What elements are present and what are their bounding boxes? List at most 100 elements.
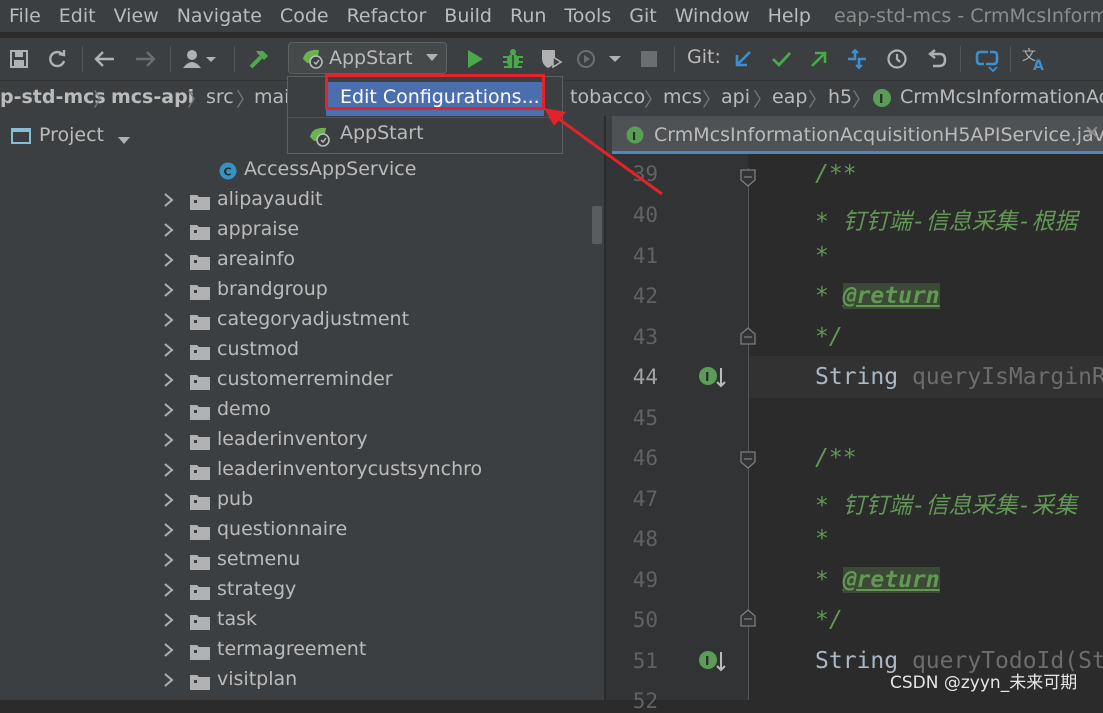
menu-view[interactable]: View (105, 0, 168, 32)
spring-boot-icon (308, 125, 332, 151)
tree-item-folder[interactable]: categoryadjustment (0, 306, 604, 336)
git-push-icon[interactable] (804, 44, 834, 74)
tree-item-folder[interactable]: custmod (0, 336, 604, 366)
tree-item-folder[interactable]: questionnaire (0, 516, 604, 546)
fold-icon[interactable] (738, 168, 758, 188)
chevron-right-icon[interactable] (162, 430, 176, 450)
user-icon[interactable] (180, 44, 224, 74)
tree-item-class[interactable]: C AccessAppService (0, 156, 604, 186)
menu-refactor[interactable]: Refactor (338, 0, 436, 32)
menu-edit[interactable]: Edit (50, 0, 105, 32)
chevron-right-icon[interactable] (162, 310, 176, 330)
rollback-icon[interactable] (922, 44, 952, 74)
menu-navigate[interactable]: Navigate (168, 0, 271, 32)
menu-window[interactable]: Window (666, 0, 759, 32)
git-merge-icon[interactable] (842, 44, 872, 74)
git-update-icon[interactable] (728, 44, 758, 74)
fold-icon[interactable] (738, 326, 758, 346)
translate-icon[interactable]: 文A (1020, 44, 1050, 74)
git-commit-icon[interactable] (766, 44, 796, 74)
editor-tab-bar: I CrmMcsInformationAcquisitionH5APIServi… (606, 116, 1103, 154)
debug-icon[interactable] (498, 44, 528, 74)
run-icon[interactable] (460, 44, 490, 74)
breadcrumb-item[interactable]: src (206, 86, 234, 108)
tree-item-folder[interactable]: leaderinventorycustsynchro (0, 456, 604, 486)
close-icon[interactable]: ✕ (1084, 122, 1100, 144)
menu-file[interactable]: File (0, 0, 50, 32)
forward-arrow-icon[interactable] (130, 44, 160, 74)
breadcrumb-item[interactable]: CrmMcsInformationAcq (900, 86, 1103, 108)
coverage-icon[interactable] (536, 44, 566, 74)
breadcrumb-item[interactable]: eap (772, 86, 807, 108)
back-arrow-icon[interactable] (90, 44, 120, 74)
svg-text:A: A (1033, 58, 1044, 72)
tree-item-folder[interactable]: visitplan (0, 666, 604, 696)
breadcrumb-item[interactable]: mai (254, 86, 289, 108)
chevron-right-icon[interactable] (162, 280, 176, 300)
breadcrumb-item[interactable]: h5 (828, 86, 852, 108)
editor-tab[interactable]: I CrmMcsInformationAcquisitionH5APIServi… (612, 116, 1103, 154)
appstart-menu-item[interactable]: AppStart (288, 119, 562, 153)
implementation-marker-icon[interactable]: I (698, 648, 728, 674)
chevron-right-icon[interactable] (162, 640, 176, 660)
chevron-right-icon[interactable] (162, 490, 176, 510)
vcs-icon[interactable] (972, 44, 1002, 74)
menu-code[interactable]: Code (271, 0, 338, 32)
history-icon[interactable] (882, 44, 912, 74)
tree-item-folder[interactable]: appraise (0, 216, 604, 246)
tree-item-folder[interactable]: setmenu (0, 546, 604, 576)
project-panel-title[interactable]: Project (39, 124, 104, 146)
save-icon[interactable] (4, 44, 34, 74)
chevron-right-icon[interactable] (162, 610, 176, 630)
fold-icon[interactable] (738, 608, 758, 628)
line-number: 51 (632, 649, 658, 673)
git-label: Git: (687, 46, 721, 68)
chevron-right-icon[interactable] (162, 520, 176, 540)
tree-item-folder[interactable]: termagreement (0, 636, 604, 666)
sync-icon[interactable] (42, 44, 72, 74)
tree-item-folder[interactable]: pub (0, 486, 604, 516)
project-tree-scrollbar[interactable] (592, 206, 602, 244)
chevron-right-icon[interactable] (162, 460, 176, 480)
chevron-right-icon[interactable] (162, 550, 176, 570)
chevron-right-icon[interactable] (162, 220, 176, 240)
menu-tools[interactable]: Tools (555, 0, 620, 32)
menu-item-label: AppStart (340, 122, 424, 144)
breadcrumb-item[interactable]: api (721, 86, 750, 108)
chevron-right-icon[interactable] (162, 340, 176, 360)
line-number: 47 (632, 487, 658, 511)
code-line: * @return (815, 283, 940, 309)
implementation-marker-icon[interactable]: I (698, 364, 728, 390)
menu-build[interactable]: Build (435, 0, 501, 32)
chevron-right-icon[interactable] (162, 670, 176, 690)
line-number: 43 (632, 325, 658, 349)
profile-icon[interactable] (574, 44, 626, 74)
run-configuration-selector[interactable]: AppStart (288, 42, 447, 74)
tree-item-folder[interactable]: leaderinventory (0, 426, 604, 456)
tree-item-folder[interactable]: task (0, 606, 604, 636)
chevron-right-icon[interactable] (162, 370, 176, 390)
menu-git[interactable]: Git (620, 0, 665, 32)
menu-run[interactable]: Run (501, 0, 555, 32)
tree-item-label: pub (217, 488, 254, 510)
chevron-right-icon[interactable] (162, 190, 176, 210)
tree-item-folder[interactable]: brandgroup (0, 276, 604, 306)
chevron-right-icon[interactable] (162, 580, 176, 600)
chevron-right-icon[interactable] (162, 400, 176, 420)
stop-icon[interactable] (634, 44, 664, 74)
fold-icon[interactable] (738, 450, 758, 470)
line-number: 40 (632, 203, 658, 227)
menu-help[interactable]: Help (759, 0, 820, 32)
chevron-right-icon[interactable] (162, 250, 176, 270)
chevron-down-icon[interactable] (117, 131, 131, 150)
tree-item-folder[interactable]: demo (0, 396, 604, 426)
line-number: 45 (632, 406, 658, 430)
tree-item-folder[interactable]: alipayaudit (0, 186, 604, 216)
tree-item-folder[interactable]: areainfo (0, 246, 604, 276)
build-hammer-icon[interactable] (244, 44, 274, 74)
breadcrumb-item[interactable]: p-std-mcs (0, 86, 106, 108)
breadcrumb-item[interactable]: mcs-api (111, 86, 194, 108)
return-tag: @return (842, 567, 940, 593)
tree-item-folder[interactable]: strategy (0, 576, 604, 606)
tree-item-folder[interactable]: customerreminder (0, 366, 604, 396)
